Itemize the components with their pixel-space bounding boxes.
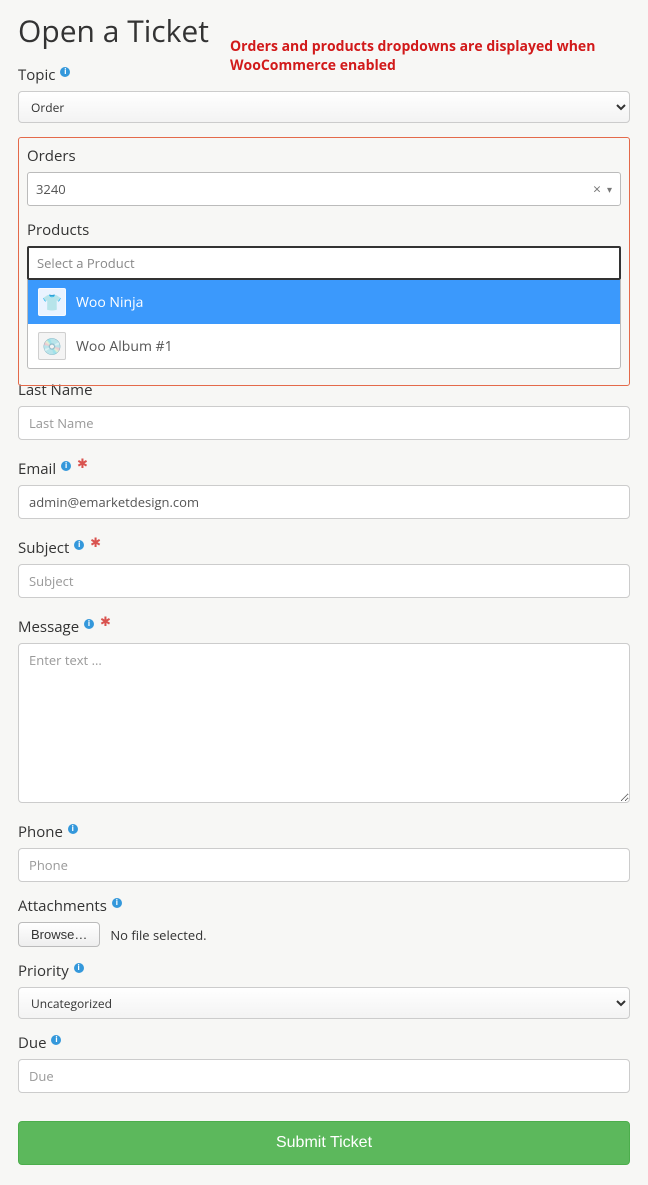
info-icon[interactable]: i: [74, 963, 84, 973]
product-option-label: Woo Album #1: [76, 337, 173, 356]
due-input[interactable]: [18, 1059, 630, 1093]
info-icon[interactable]: i: [74, 540, 84, 550]
priority-label: Priority i: [18, 961, 630, 981]
info-icon[interactable]: i: [60, 67, 70, 77]
orders-value: 3240: [36, 180, 66, 198]
product-thumb-icon: 💿: [38, 332, 66, 360]
required-icon: ✱: [100, 612, 111, 630]
priority-label-text: Priority: [18, 961, 69, 981]
info-icon[interactable]: i: [84, 619, 94, 629]
required-icon: ✱: [90, 533, 101, 551]
products-dropdown: 👕 Woo Ninja 💿 Woo Album #1: [27, 280, 621, 369]
field-products: Products Select a Product 👕 Woo Ninja 💿 …: [27, 220, 621, 369]
phone-input[interactable]: [18, 848, 630, 882]
last-name-input[interactable]: [18, 406, 630, 440]
products-placeholder: Select a Product: [37, 254, 135, 272]
chevron-down-icon[interactable]: ▾: [607, 182, 612, 196]
attachments-label-text: Attachments: [18, 896, 107, 916]
message-textarea[interactable]: [18, 643, 630, 803]
field-orders: Orders 3240 × ▾: [27, 146, 621, 206]
email-label-text: Email: [18, 459, 56, 479]
field-last-name: Last Name: [18, 380, 630, 440]
product-option-label: Woo Ninja: [76, 293, 143, 312]
subject-input[interactable]: [18, 564, 630, 598]
orders-select[interactable]: 3240 × ▾: [27, 172, 621, 206]
email-input[interactable]: [18, 485, 630, 519]
due-label: Due i: [18, 1033, 630, 1053]
field-message: Message i ✱: [18, 612, 630, 808]
email-label: Email i ✱: [18, 454, 630, 479]
woocommerce-highlight-box: Orders 3240 × ▾ Products Select a Produc…: [18, 137, 630, 386]
product-option-woo-album[interactable]: 💿 Woo Album #1: [28, 324, 620, 368]
attachments-label: Attachments i: [18, 896, 630, 916]
info-icon[interactable]: i: [68, 824, 78, 834]
products-label: Products: [27, 220, 621, 240]
field-priority: Priority i Uncategorized: [18, 961, 630, 1019]
phone-label: Phone i: [18, 822, 630, 842]
subject-label-text: Subject: [18, 538, 69, 558]
topic-label-text: Topic: [18, 65, 55, 85]
products-search-input[interactable]: Select a Product: [27, 246, 621, 280]
submit-button[interactable]: Submit Ticket: [18, 1121, 630, 1165]
message-label-text: Message: [18, 617, 79, 637]
clear-icon[interactable]: ×: [587, 180, 607, 199]
field-phone: Phone i: [18, 822, 630, 882]
due-label-text: Due: [18, 1033, 47, 1053]
info-icon[interactable]: i: [112, 898, 122, 908]
message-label: Message i ✱: [18, 612, 630, 637]
field-subject: Subject i ✱: [18, 533, 630, 598]
field-due: Due i: [18, 1033, 630, 1093]
info-icon[interactable]: i: [51, 1035, 61, 1045]
phone-label-text: Phone: [18, 822, 63, 842]
file-status: No file selected.: [110, 926, 206, 944]
topic-select[interactable]: Order: [18, 91, 630, 123]
browse-button[interactable]: Browse…: [18, 922, 100, 947]
field-attachments: Attachments i Browse… No file selected.: [18, 896, 630, 947]
annotation-note: Orders and products dropdowns are displa…: [230, 38, 648, 76]
subject-label: Subject i ✱: [18, 533, 630, 558]
priority-select[interactable]: Uncategorized: [18, 987, 630, 1019]
orders-label: Orders: [27, 146, 621, 166]
info-icon[interactable]: i: [61, 461, 71, 471]
product-thumb-icon: 👕: [38, 288, 66, 316]
field-email: Email i ✱: [18, 454, 630, 519]
product-option-woo-ninja[interactable]: 👕 Woo Ninja: [28, 280, 620, 324]
required-icon: ✱: [77, 454, 88, 472]
